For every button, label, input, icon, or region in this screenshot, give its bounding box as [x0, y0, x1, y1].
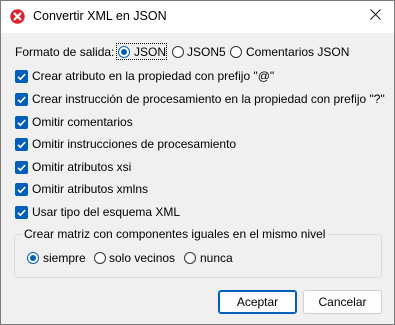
radio-nunca-label: nunca [200, 251, 233, 265]
output-format-label: Formato de salida: [15, 45, 115, 59]
cancel-button-label: Cancelar [318, 295, 367, 309]
dialog-content: Formato de salida: JSON JSON5 Comentario… [1, 33, 394, 324]
checkbox-label: Omitir atributos xsi [32, 160, 132, 174]
radio-siempre-label: siempre [43, 251, 86, 265]
checkbox-checked-icon [15, 70, 28, 83]
radio-json-comments-label: Comentarios JSON [246, 45, 350, 59]
checkbox-checked-icon [15, 206, 28, 219]
close-icon [369, 9, 381, 23]
checkbox-checked-icon [15, 116, 28, 129]
checkbox-checked-icon [15, 93, 28, 106]
checkbox-checked-icon [15, 183, 28, 196]
array-group-legend: Crear matriz con componentes iguales en … [22, 227, 328, 241]
checkbox-checked-icon [15, 138, 28, 151]
radio-json-label: JSON [134, 45, 167, 59]
radio-solo-vecinos-label: solo vecinos [109, 251, 176, 265]
checkbox-label: Omitir atributos xmlns [32, 182, 149, 196]
dialog-window: Convertir XML en JSON Formato de salida:… [0, 0, 395, 325]
radio-json[interactable] [118, 46, 130, 58]
accept-button[interactable]: Aceptar [218, 290, 297, 314]
checkbox-checked-icon [15, 161, 28, 174]
checkbox-label: Crear instrucción de procesamiento en la… [32, 92, 385, 106]
cancel-button[interactable]: Cancelar [303, 290, 382, 314]
radio-siempre[interactable] [27, 252, 39, 264]
close-button[interactable] [360, 3, 390, 29]
checkbox-label: Usar tipo del esquema XML [32, 205, 181, 219]
radio-json-comments[interactable] [230, 46, 242, 58]
checkbox-label: Omitir instrucciones de procesamiento [32, 137, 237, 151]
title-bar: Convertir XML en JSON [1, 1, 394, 33]
radio-solo-vecinos[interactable] [94, 252, 106, 264]
checkbox-label: Crear atributo en la propiedad con prefi… [32, 69, 275, 83]
array-options-group: Crear matriz con componentes iguales en … [14, 227, 382, 278]
window-title: Convertir XML en JSON [33, 9, 167, 23]
radio-json5-label: JSON5 [187, 45, 226, 59]
radio-nunca[interactable] [184, 252, 196, 264]
altova-x-icon [10, 9, 25, 24]
checkbox-label: Omitir comentarios [32, 115, 133, 129]
accept-button-label: Aceptar [236, 295, 279, 309]
radio-json5[interactable] [172, 46, 184, 58]
